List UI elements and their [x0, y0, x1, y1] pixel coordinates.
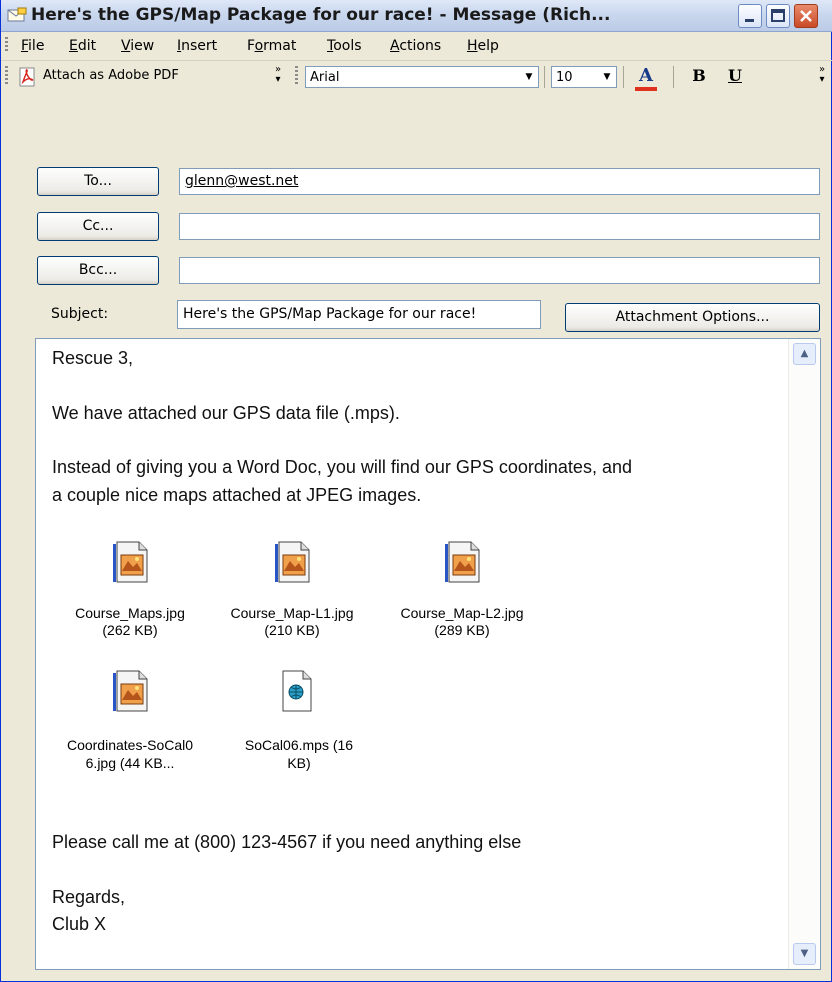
to-recipient[interactable]: glenn@west.net: [185, 173, 298, 189]
chevron-down-icon[interactable]: ▼: [599, 68, 615, 86]
font-size-value: 10: [556, 70, 573, 85]
jpeg-image-icon: [275, 541, 310, 583]
attachment-size: KB): [287, 755, 311, 771]
jpeg-image-icon: [113, 670, 148, 712]
body-closing: Regards,: [52, 887, 126, 907]
font-color-button[interactable]: A: [631, 65, 661, 91]
font-color-icon: A: [639, 65, 653, 86]
title-bar[interactable]: Here's the GPS/Map Package for our race!…: [1, 0, 832, 32]
mps-file-icon: [282, 670, 312, 712]
underline-button[interactable]: U: [723, 66, 747, 90]
body-line-1: We have attached our GPS data file (.mps…: [52, 403, 400, 423]
body-greeting: Rescue 3,: [52, 348, 134, 368]
attachment-size: (210 KB): [264, 622, 320, 638]
menu-file[interactable]: File: [21, 38, 44, 54]
attachment-name: Course_Map-L2.jpg: [400, 605, 524, 621]
close-button[interactable]: [794, 4, 818, 28]
subject-field[interactable]: Here's the GPS/Map Package for our race!: [177, 300, 541, 329]
toolbar-grip[interactable]: [5, 66, 8, 86]
minimize-button[interactable]: [738, 4, 762, 28]
menu-insert[interactable]: Insert: [177, 38, 217, 54]
font-color-swatch: [635, 87, 657, 91]
menu-format[interactable]: Format: [247, 38, 296, 54]
attachment-size: (289 KB): [434, 622, 490, 638]
body-line-3: Please call me at (800) 123-4567 if you …: [52, 832, 522, 852]
message-body[interactable]: [35, 338, 821, 970]
menu-view[interactable]: View: [121, 38, 154, 54]
body-line-2a: Instead of giving you a Word Doc, you wi…: [52, 457, 632, 477]
menu-tools[interactable]: Tools: [327, 38, 362, 54]
toolbar-separator: [544, 66, 545, 88]
attach-pdf-label: Attach as Adobe PDF: [43, 68, 179, 83]
attachment-name: SoCal06.mps (16: [244, 737, 354, 753]
minimize-icon: [745, 19, 754, 22]
toolbar-grip-2[interactable]: [295, 66, 298, 86]
body-signature: Club X: [52, 914, 107, 934]
attachment-options-button[interactable]: Attachment Options...: [565, 303, 820, 332]
cc-button[interactable]: Cc...: [37, 212, 159, 241]
menu-edit[interactable]: Edit: [69, 38, 96, 54]
menu-bar: File Edit View Insert Format Tools Actio…: [1, 32, 832, 61]
bcc-button[interactable]: Bcc...: [37, 256, 159, 285]
font-name-select[interactable]: Arial ▼: [305, 66, 539, 88]
vertical-scrollbar[interactable]: ▲ ▼: [788, 339, 820, 969]
to-field[interactable]: glenn@west.net: [179, 168, 820, 195]
scroll-down-arrow-icon[interactable]: ▼: [793, 943, 816, 965]
attachment-size: (262 KB): [102, 622, 158, 638]
jpeg-image-icon: [445, 541, 480, 583]
subject-label: Subject:: [51, 306, 109, 322]
attachment-size: 6.jpg (44 KB...: [85, 755, 175, 771]
message-icon: [7, 7, 27, 22]
menu-actions[interactable]: Actions: [390, 38, 441, 54]
window-title: Here's the GPS/Map Package for our race!…: [31, 5, 611, 25]
body-line-2b: a couple nice maps attached at JPEG imag…: [52, 485, 422, 505]
menu-help[interactable]: Help: [467, 38, 499, 54]
to-button[interactable]: To...: [37, 167, 159, 196]
maximize-button[interactable]: [766, 4, 790, 28]
message-window: Here's the GPS/Map Package for our race!…: [0, 0, 832, 982]
toolbar-separator: [673, 66, 674, 88]
attachment-name: Course_Maps.jpg: [75, 605, 185, 621]
attachment-name: Coordinates-SoCal0: [66, 737, 194, 753]
font-name-value: Arial: [310, 70, 340, 85]
toolbar-overflow-chevron-icon[interactable]: » ▾: [271, 65, 285, 89]
maximize-icon: [771, 9, 785, 22]
attachment-name: Course_Map-L1.jpg: [230, 605, 354, 621]
formatting-toolbar: Attach as Adobe PDF » ▾ Arial ▼ 10 ▼ A B …: [1, 61, 832, 93]
scroll-up-arrow-icon[interactable]: ▲: [793, 343, 816, 365]
toolbar-overflow-chevron-icon[interactable]: » ▾: [815, 65, 829, 89]
menu-grip[interactable]: [5, 37, 8, 53]
attach-pdf-button[interactable]: Attach as Adobe PDF: [15, 65, 265, 89]
close-icon: [800, 10, 812, 22]
jpeg-image-icon: [113, 541, 148, 583]
cc-field[interactable]: [179, 213, 820, 240]
chevron-down-icon[interactable]: ▼: [521, 68, 537, 86]
bcc-field[interactable]: [179, 257, 820, 284]
toolbar-separator: [623, 66, 624, 88]
font-size-select[interactable]: 10 ▼: [551, 66, 617, 88]
bold-button[interactable]: B: [687, 66, 711, 90]
adobe-pdf-icon: [19, 67, 35, 87]
